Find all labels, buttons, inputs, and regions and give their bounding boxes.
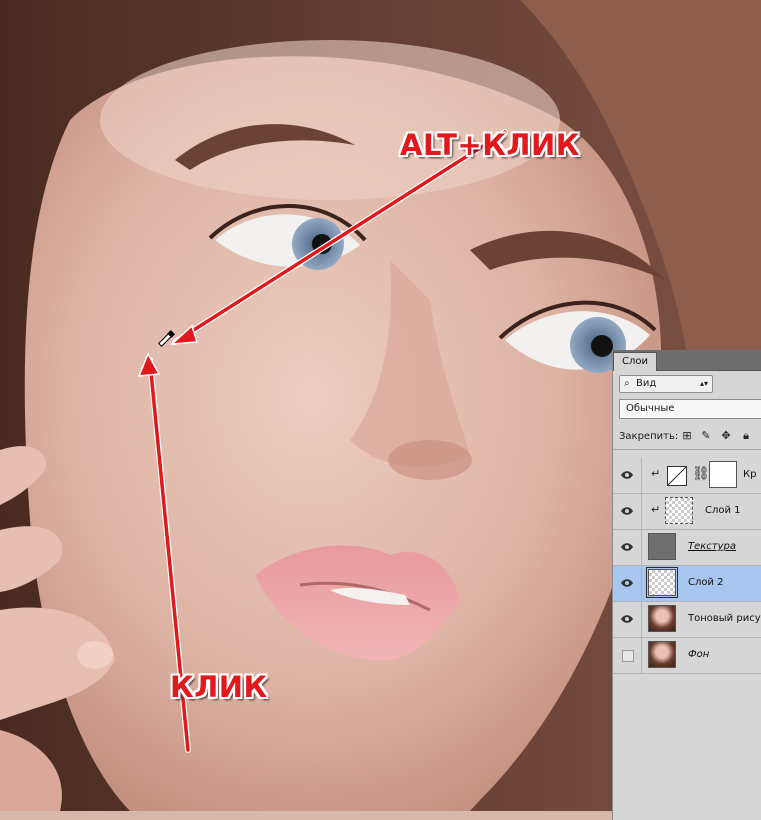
eye-icon xyxy=(621,615,633,623)
layer-row-background[interactable]: Фон xyxy=(613,638,761,674)
layer-name: Тоновый рисунок xyxy=(688,613,761,624)
clip-arrow-icon: ↵ xyxy=(651,503,661,516)
visibility-toggle[interactable] xyxy=(613,602,642,637)
eye-icon xyxy=(621,543,633,551)
tab-layers[interactable]: Слои xyxy=(613,352,657,371)
eye-icon xyxy=(621,471,633,479)
click-label: КЛИК xyxy=(170,670,268,704)
clip-arrow-icon: ↵ xyxy=(651,467,661,480)
eye-icon xyxy=(621,579,633,587)
lock-paint-icon[interactable]: ✎ xyxy=(699,429,713,443)
visibility-toggle[interactable] xyxy=(613,494,642,529)
filter-kind-value: Вид xyxy=(636,378,657,389)
visibility-toggle[interactable] xyxy=(613,638,642,673)
blend-mode-select[interactable]: Обычные xyxy=(619,399,761,419)
search-icon: ⌕ xyxy=(624,378,630,389)
filter-row: ⌕ Вид ▴▾ xyxy=(613,371,761,397)
layer-row-tonal[interactable]: Тоновый рисунок xyxy=(613,602,761,638)
layer-thumbnail[interactable] xyxy=(648,605,676,632)
visibility-toggle[interactable] xyxy=(613,566,642,601)
layer-name: Фон xyxy=(688,649,710,660)
layer-mask-thumbnail[interactable] xyxy=(709,461,737,488)
lock-row: Закрепить: ⊞ ✎ ✥ 🔒︎ xyxy=(613,425,761,450)
layer-thumbnail[interactable] xyxy=(665,497,693,524)
layer-name: Текстура xyxy=(688,541,737,552)
layer-name: Слой 1 xyxy=(705,505,741,516)
hidden-visibility-box xyxy=(622,650,634,662)
lock-label: Закрепить: xyxy=(619,431,679,442)
layer-thumbnail[interactable] xyxy=(648,533,676,560)
layer-row-texture[interactable]: Текстура xyxy=(613,530,761,566)
layer-thumbnail[interactable] xyxy=(648,641,676,668)
curves-adjustment-icon xyxy=(667,466,687,486)
panel-tab-bar: Слои xyxy=(613,350,761,371)
eye-icon xyxy=(621,507,633,515)
layer-row-curves[interactable]: ↵ ⛓ Кр xyxy=(613,458,761,494)
lock-transparency-icon[interactable]: ⊞ xyxy=(680,429,694,443)
visibility-toggle[interactable] xyxy=(613,530,642,565)
alt-click-label: ALT+КЛИК xyxy=(400,128,580,162)
layers-panel: Слои ⌕ Вид ▴▾ Обычные Закрепить: ⊞ ✎ ✥ 🔒… xyxy=(612,350,761,820)
updown-arrows-icon: ▴▾ xyxy=(699,379,708,388)
link-icon: ⛓ xyxy=(692,466,710,482)
layer-row-layer1[interactable]: ↵ Слой 1 xyxy=(613,494,761,530)
layer-row-layer2[interactable]: Слой 2 xyxy=(613,566,761,602)
lock-move-icon[interactable]: ✥ xyxy=(719,429,733,443)
layers-list: ↵ ⛓ Кр ↵ Слой 1 Текстура Слой 2 Тоновый … xyxy=(613,458,761,674)
blend-row: Обычные xyxy=(613,397,761,425)
visibility-toggle[interactable] xyxy=(613,458,642,493)
lock-all-icon[interactable]: 🔒︎ xyxy=(739,429,753,443)
alt-click-arrow xyxy=(176,130,507,342)
filter-kind-select[interactable]: ⌕ Вид ▴▾ xyxy=(619,375,713,393)
layer-name: Кр xyxy=(743,469,757,480)
layer-name: Слой 2 xyxy=(688,577,724,588)
layer-thumbnail[interactable] xyxy=(646,567,678,598)
